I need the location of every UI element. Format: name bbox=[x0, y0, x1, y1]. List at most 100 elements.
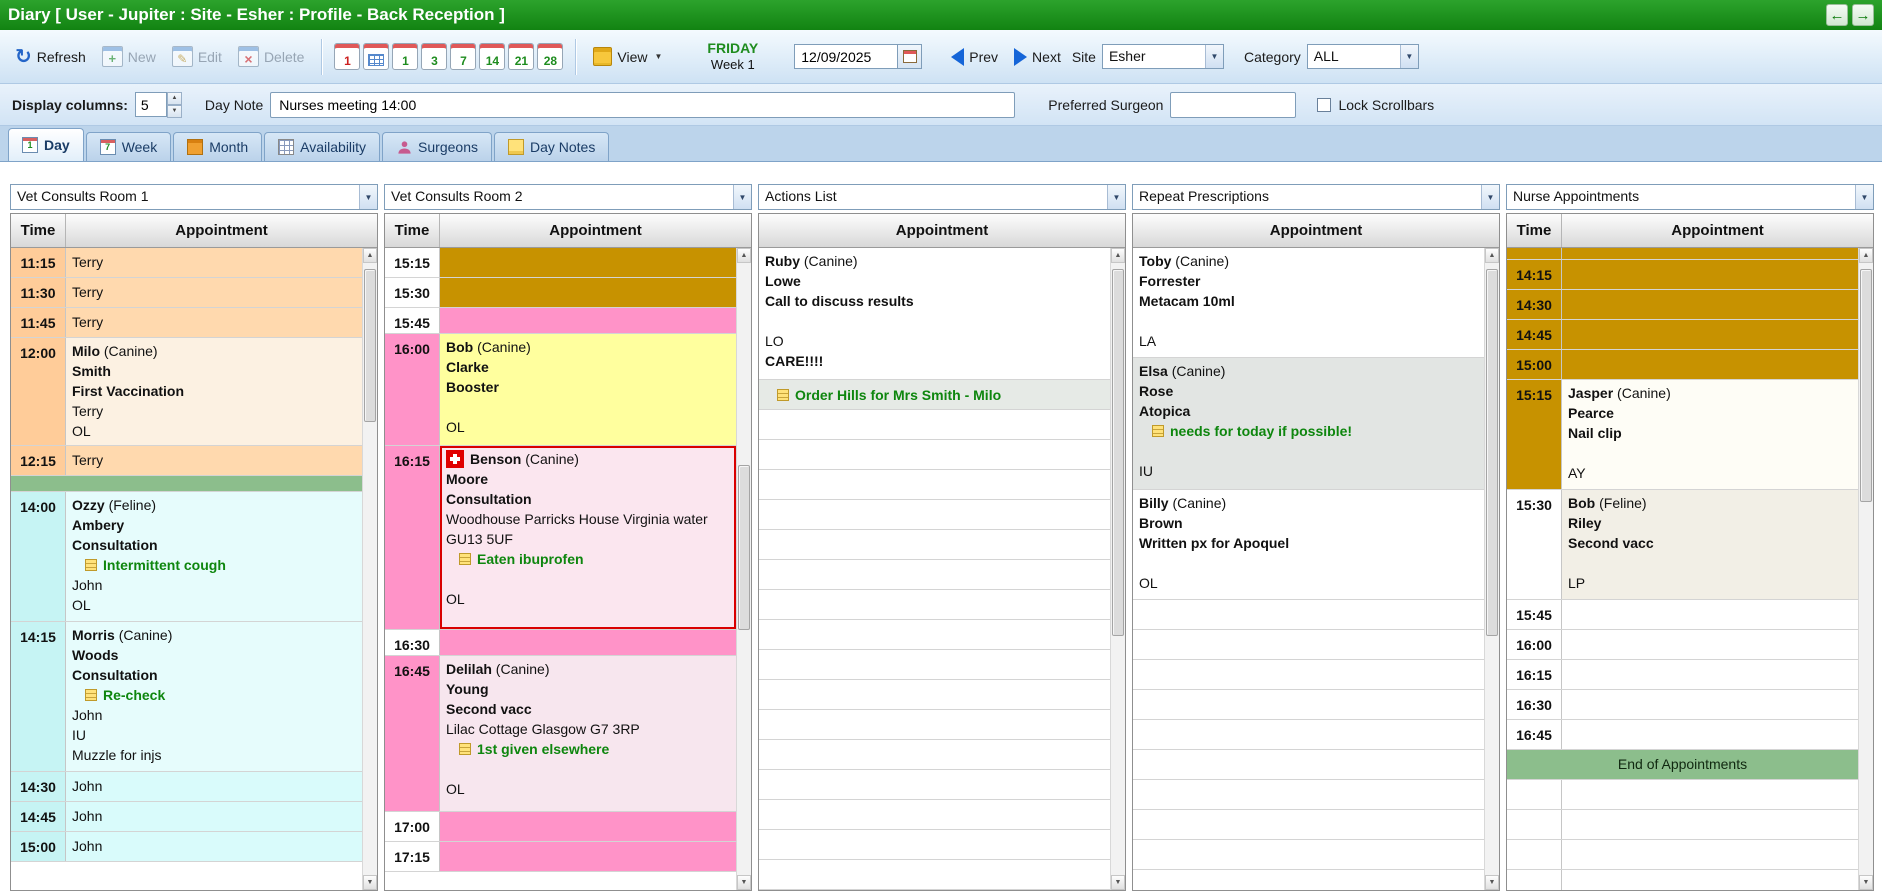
spinner-up-button[interactable]: ▲ bbox=[166, 92, 182, 105]
diary-row[interactable]: 17:00 bbox=[385, 812, 736, 842]
tab-week[interactable]: 7 Week bbox=[85, 132, 172, 161]
diary-row[interactable] bbox=[759, 830, 1110, 860]
day-view-28-button[interactable]: 28 bbox=[537, 43, 564, 70]
diary-row[interactable]: 14:45 John bbox=[11, 802, 362, 832]
day-view-21-button[interactable]: 21 bbox=[508, 43, 535, 70]
appointment-block[interactable]: 14:00 Ozzy (Feline) Ambery Consultation Inte… bbox=[11, 492, 362, 622]
scroll-down-button[interactable]: ▼ bbox=[1111, 875, 1125, 890]
scrollbar-thumb[interactable] bbox=[1112, 269, 1124, 637]
scrollbar-thumb[interactable] bbox=[1860, 269, 1872, 502]
scrollbar-track[interactable] bbox=[363, 263, 377, 875]
scroll-down-button[interactable]: ▼ bbox=[1859, 875, 1873, 890]
diary-row[interactable] bbox=[759, 530, 1110, 560]
appointment-block[interactable]: Billy (Canine) Brown Written px for Apoque… bbox=[1133, 490, 1484, 600]
diary-row[interactable]: 16:30 bbox=[1507, 690, 1858, 720]
diary-row[interactable] bbox=[759, 470, 1110, 500]
diary-row[interactable]: 16:00 bbox=[1507, 630, 1858, 660]
next-button[interactable]: Next bbox=[1009, 45, 1066, 69]
tab-availability[interactable]: Availability bbox=[264, 132, 381, 161]
diary-row[interactable] bbox=[1507, 870, 1858, 890]
column-selector[interactable]: Vet Consults Room 2 ▼ bbox=[384, 184, 752, 210]
delete-button[interactable]: × Delete bbox=[233, 43, 309, 70]
display-columns-input[interactable] bbox=[134, 92, 167, 117]
tab-month[interactable]: Month bbox=[173, 132, 263, 161]
scroll-down-button[interactable]: ▼ bbox=[1485, 875, 1499, 890]
scrollbar-track[interactable] bbox=[1111, 263, 1125, 875]
spinner-down-button[interactable]: ▼ bbox=[166, 105, 182, 118]
diary-row[interactable] bbox=[11, 476, 362, 492]
refresh-button[interactable]: ↻ Refresh bbox=[10, 44, 91, 70]
diary-row[interactable]: 14:30 bbox=[1507, 290, 1858, 320]
date-input[interactable] bbox=[794, 44, 899, 69]
diary-row[interactable]: 14:45 bbox=[1507, 320, 1858, 350]
appointment-block[interactable]: 14:15 Morris (Canine) Woods Consultation Re-… bbox=[11, 622, 362, 772]
diary-row[interactable] bbox=[759, 710, 1110, 740]
appointment-block[interactable]: 15:30 Bob (Feline) Riley Second vacc LP bbox=[1507, 490, 1858, 600]
view-button[interactable]: View ▼ bbox=[588, 44, 667, 69]
category-select[interactable]: ALL ▼ bbox=[1306, 44, 1419, 69]
appointment-block[interactable]: 16:15 Benson (Canine) Moore Consultation Woo… bbox=[385, 446, 736, 630]
diary-row[interactable] bbox=[759, 770, 1110, 800]
diary-row[interactable] bbox=[759, 680, 1110, 710]
scrollbar-thumb[interactable] bbox=[738, 464, 750, 631]
new-button[interactable]: + New bbox=[97, 43, 161, 70]
diary-row[interactable] bbox=[759, 500, 1110, 530]
column-selector[interactable]: Nurse Appointments ▼ bbox=[1506, 184, 1874, 210]
scroll-up-button[interactable]: ▲ bbox=[1111, 248, 1125, 263]
diary-row[interactable] bbox=[1133, 690, 1484, 720]
diary-row[interactable] bbox=[1133, 660, 1484, 690]
site-select[interactable]: Esher ▼ bbox=[1101, 44, 1224, 69]
diary-row[interactable] bbox=[759, 860, 1110, 890]
edit-button[interactable]: ✎ Edit bbox=[167, 43, 227, 70]
day-view-14-button[interactable]: 14 bbox=[479, 43, 506, 70]
day-view-3-button[interactable]: 3 bbox=[421, 43, 448, 70]
scroll-down-button[interactable]: ▼ bbox=[737, 875, 751, 890]
lock-scrollbars-checkbox[interactable] bbox=[1317, 97, 1332, 112]
day-view-1-red-button[interactable]: 1 bbox=[334, 43, 361, 70]
diary-row[interactable] bbox=[1133, 720, 1484, 750]
diary-row[interactable]: 14:30 John bbox=[11, 772, 362, 802]
diary-row[interactable]: 11:15 Terry bbox=[11, 248, 362, 278]
scroll-up-button[interactable]: ▲ bbox=[1859, 248, 1873, 263]
scrollbar-track[interactable] bbox=[1485, 263, 1499, 875]
appointment-block[interactable]: Elsa (Canine) Rose Atopica needs for today … bbox=[1133, 358, 1484, 490]
column-selector[interactable]: Actions List ▼ bbox=[758, 184, 1126, 210]
diary-row[interactable] bbox=[1507, 248, 1858, 260]
scroll-up-button[interactable]: ▲ bbox=[1485, 248, 1499, 263]
diary-row[interactable] bbox=[759, 800, 1110, 830]
scrollbar-thumb[interactable] bbox=[1486, 269, 1498, 637]
diary-row[interactable] bbox=[759, 440, 1110, 470]
diary-row[interactable] bbox=[759, 650, 1110, 680]
day-note-input[interactable] bbox=[270, 91, 1016, 118]
diary-row[interactable] bbox=[1507, 840, 1858, 870]
diary-row[interactable]: 17:15 bbox=[385, 842, 736, 872]
tab-surgeons[interactable]: Surgeons bbox=[382, 132, 492, 161]
diary-row[interactable]: 15:45 bbox=[1507, 600, 1858, 630]
diary-row[interactable]: End of Appointments bbox=[1507, 750, 1858, 780]
diary-row[interactable] bbox=[759, 740, 1110, 770]
scrollbar-thumb[interactable] bbox=[364, 269, 376, 423]
diary-row[interactable] bbox=[1133, 780, 1484, 810]
day-view-7-button[interactable]: 7 bbox=[450, 43, 477, 70]
diary-row[interactable] bbox=[1507, 810, 1858, 840]
diary-row[interactable] bbox=[1133, 750, 1484, 780]
column-selector[interactable]: Repeat Prescriptions ▼ bbox=[1132, 184, 1500, 210]
appointment-block[interactable]: 15:15 Jasper (Canine) Pearce Nail clip AY bbox=[1507, 380, 1858, 490]
diary-row[interactable] bbox=[759, 410, 1110, 440]
diary-row[interactable] bbox=[759, 590, 1110, 620]
appointment-block[interactable]: 12:00 Milo (Canine) Smith First Vaccination… bbox=[11, 338, 362, 446]
day-view-1-button[interactable]: 1 bbox=[392, 43, 419, 70]
diary-row[interactable] bbox=[759, 560, 1110, 590]
diary-row[interactable] bbox=[1507, 780, 1858, 810]
diary-row[interactable]: 15:30 bbox=[385, 278, 736, 308]
prev-button[interactable]: Prev bbox=[946, 45, 1003, 69]
diary-row[interactable] bbox=[1133, 630, 1484, 660]
forward-button[interactable]: → bbox=[1852, 4, 1874, 26]
multi-day-grid-button[interactable] bbox=[363, 43, 390, 70]
diary-row[interactable]: 11:45 Terry bbox=[11, 308, 362, 338]
appointment-block[interactable]: Toby (Canine) Forrester Metacam 10ml LA bbox=[1133, 248, 1484, 358]
scroll-up-button[interactable]: ▲ bbox=[737, 248, 751, 263]
diary-row[interactable] bbox=[1133, 810, 1484, 840]
back-button[interactable]: ← bbox=[1826, 4, 1848, 26]
diary-row[interactable]: 15:15 bbox=[385, 248, 736, 278]
